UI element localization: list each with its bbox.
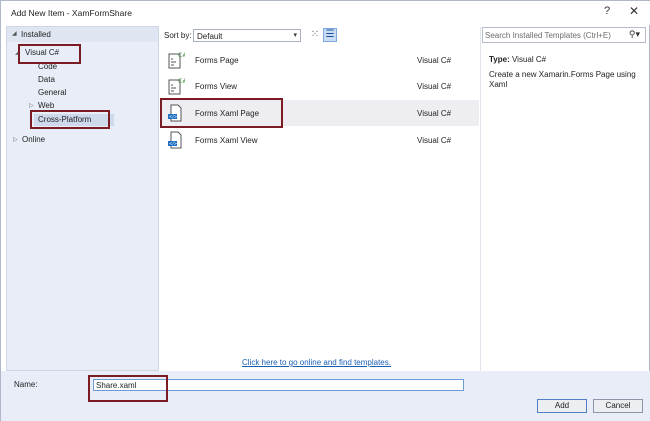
template-language: Visual C# (417, 136, 452, 145)
template-language: Visual C# (417, 109, 452, 118)
tree-item-visual-csharp[interactable]: Visual C# (25, 48, 59, 57)
collapsed-arrow-icon[interactable]: ▷ (29, 102, 34, 109)
svg-text:</>: </> (169, 141, 177, 146)
template-language: Visual C# (417, 56, 452, 65)
page-template-icon: C# (168, 78, 185, 95)
svg-text:</>: </> (169, 114, 177, 119)
tree-item-data[interactable]: Data (38, 75, 55, 84)
tree-item-online[interactable]: Online (22, 135, 45, 144)
tree-item-web[interactable]: Web (38, 101, 54, 110)
tree-item-code[interactable]: Code (38, 62, 57, 71)
list-view-icon[interactable]: ☰ (323, 28, 337, 42)
collapsed-arrow-icon[interactable]: ▷ (13, 136, 18, 143)
tree-item-general[interactable]: General (38, 88, 66, 97)
tree-installed-label: Installed (21, 30, 51, 39)
name-label: Name: (14, 380, 38, 389)
template-name: Forms View (195, 82, 238, 91)
template-list: C# Forms Page Visual C# C# Forms View Vi… (161, 45, 479, 371)
online-templates-link[interactable]: Click here to go online and find templat… (242, 358, 391, 367)
template-row-forms-xaml-page[interactable]: </> Forms Xaml Page Visual C# (161, 100, 479, 126)
sort-by-label: Sort by: (164, 31, 192, 40)
sort-toolbar: Sort by: Default ▾ ⁙ ☰ (161, 27, 479, 45)
tree-item-cross-platform[interactable]: Cross-Platform (38, 115, 91, 124)
svg-text:C#: C# (178, 52, 185, 59)
add-new-item-dialog: Add New Item - XamFormShare ? ✕ ◢ Instal… (0, 0, 650, 421)
grid-view-icon[interactable]: ⁙ (308, 28, 322, 42)
template-name: Forms Page (195, 56, 239, 65)
dialog-footer: Name: Add Cancel (1, 371, 650, 421)
type-label: Type: (489, 55, 510, 64)
template-row-forms-xaml-view[interactable]: </> Forms Xaml View Visual C# (161, 127, 479, 153)
cancel-button[interactable]: Cancel (593, 399, 643, 413)
template-details-panel: ⚲▾ Type: Visual C# Create a new Xamarin.… (480, 27, 646, 371)
chevron-down-icon: ▾ (293, 32, 297, 39)
template-name: Forms Xaml View (195, 136, 258, 145)
template-language: Visual C# (417, 82, 452, 91)
template-search-box[interactable]: ⚲▾ (482, 27, 646, 43)
template-type: Type: Visual C# (489, 55, 546, 64)
expanded-arrow-icon[interactable]: ◢ (12, 30, 17, 37)
help-button[interactable]: ? (601, 5, 613, 19)
template-category-tree: ◢ Installed ◢ Visual C# Code Data Genera… (6, 26, 159, 371)
xaml-template-icon: </> (168, 131, 182, 149)
template-row-forms-view[interactable]: C# Forms View Visual C# (161, 73, 479, 99)
sort-by-value: Default (197, 32, 223, 41)
name-input[interactable] (93, 379, 464, 391)
window-title: Add New Item - XamFormShare (11, 8, 132, 18)
tree-installed-header[interactable]: ◢ Installed (7, 27, 158, 42)
expanded-arrow-icon[interactable]: ◢ (15, 49, 20, 56)
template-name: Forms Xaml Page (195, 109, 260, 118)
template-description: Create a new Xamarin.Forms Page using Xa… (489, 70, 636, 89)
svg-text:C#: C# (178, 78, 185, 85)
sort-by-dropdown[interactable]: Default ▾ (193, 29, 301, 42)
template-row-forms-page[interactable]: C# Forms Page Visual C# (161, 47, 479, 73)
search-icon[interactable]: ⚲▾ (629, 29, 640, 40)
title-bar: Add New Item - XamFormShare ? ✕ (1, 1, 650, 25)
close-button[interactable]: ✕ (627, 4, 641, 20)
xaml-template-icon: </> (168, 104, 182, 122)
page-template-icon: C# (168, 52, 185, 69)
add-button[interactable]: Add (537, 399, 587, 413)
type-value: Visual C# (511, 55, 547, 64)
search-input[interactable] (485, 29, 625, 41)
